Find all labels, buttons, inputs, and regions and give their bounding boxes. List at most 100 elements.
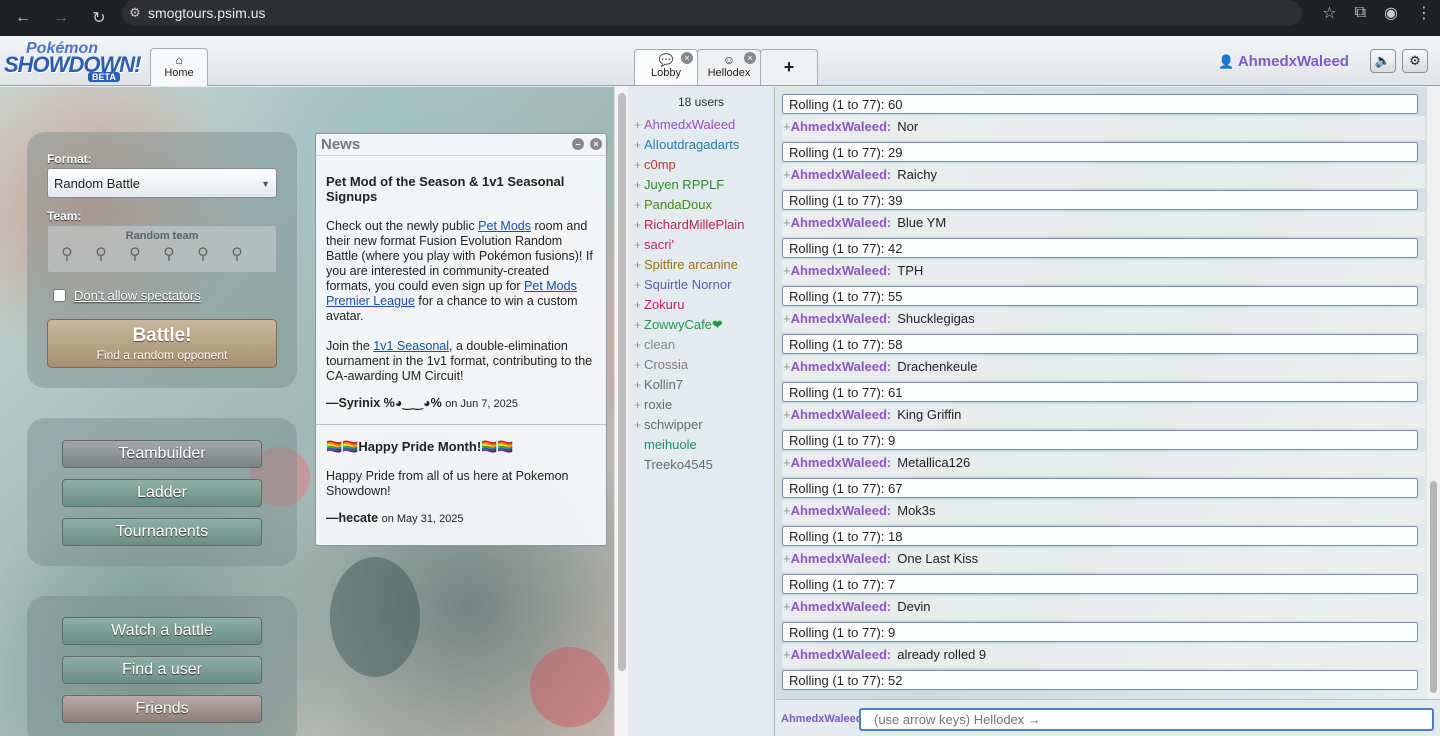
roll-result: Rolling (1 to 77): 58 <box>782 334 1418 354</box>
roll-result: Rolling (1 to 77): 9 <box>782 430 1418 450</box>
1v1-seasonal-link[interactable]: 1v1 Seasonal <box>373 339 449 353</box>
userlist-item[interactable]: + Zokuru <box>628 297 774 317</box>
userlist-item[interactable]: + RichardMillePlain <box>628 217 774 237</box>
userlist-item[interactable]: + Kollin7 <box>628 377 774 397</box>
chat-scrollbar[interactable] <box>1427 87 1440 699</box>
settings-button[interactable]: ⚙ <box>1402 49 1428 73</box>
chat-username[interactable]: AhmedxWaleed: <box>791 551 892 566</box>
userlist-item[interactable]: meihuole <box>628 437 774 457</box>
chat-username[interactable]: AhmedxWaleed: <box>791 263 892 278</box>
reload-icon[interactable]: ↻ <box>84 6 114 30</box>
userlist-item[interactable]: + roxie <box>628 397 774 417</box>
user-rank: + <box>634 258 642 272</box>
close-icon[interactable]: × <box>590 138 602 150</box>
address-bar[interactable]: ⚙ smogtours.psim.us <box>122 0 1302 26</box>
no-spectators-label: Don't allow spectators <box>74 288 201 303</box>
chat-input[interactable] <box>859 708 1434 731</box>
user-rank: + <box>634 158 642 172</box>
user-name: Juyen RPPLF <box>644 177 725 192</box>
userlist-item[interactable]: + AlIoutdragadarts <box>628 137 774 157</box>
news-paragraph: Happy Pride from all of us here at Pokem… <box>326 469 569 498</box>
no-spectators-checkbox[interactable]: Don't allow spectators <box>53 288 201 303</box>
tab-home[interactable]: ⌂ Home <box>150 48 208 86</box>
userlist-item[interactable]: Treeko4545 <box>628 457 774 477</box>
chat-input-username[interactable]: AhmedxWaleed <box>781 713 859 725</box>
pokeball-icon: ⚲ <box>129 246 141 263</box>
roll-prefix: Rolling (1 to 77): <box>789 673 888 688</box>
tab-lobby[interactable]: 💬 Lobby × <box>634 49 698 85</box>
battle-button-title: Battle! <box>132 325 192 346</box>
extensions-icon[interactable]: ⧉ <box>1355 4 1366 22</box>
close-tab-lobby-icon[interactable]: × <box>681 52 693 64</box>
chat-username[interactable]: AhmedxWaleed: <box>791 503 892 518</box>
back-icon[interactable]: ← <box>8 6 38 30</box>
chat-username[interactable]: AhmedxWaleed: <box>791 311 892 326</box>
ladder-button[interactable]: Ladder <box>62 479 262 507</box>
roll-prefix: Rolling (1 to 77): <box>789 241 888 256</box>
find-user-button[interactable]: Find a user <box>62 656 262 684</box>
roll-prefix: Rolling (1 to 77): <box>789 385 888 400</box>
logo-beta-badge: BETA <box>88 72 120 82</box>
userlist-item[interactable]: + clean <box>628 337 774 357</box>
chat-username[interactable]: AhmedxWaleed: <box>791 359 892 374</box>
tournaments-button[interactable]: Tournaments <box>62 518 262 546</box>
chat-username[interactable]: AhmedxWaleed: <box>791 455 892 470</box>
userlist-item[interactable]: + ZowwyCafe❤ <box>628 317 774 337</box>
userlist-item[interactable]: + Spitfire arcanine <box>628 257 774 277</box>
roll-value: 42 <box>888 241 903 256</box>
site-settings-icon[interactable]: ⚙ <box>122 5 148 21</box>
minimize-icon[interactable]: – <box>572 138 584 150</box>
userlist-item[interactable]: + schwipper <box>628 417 774 437</box>
profile-icon[interactable]: ◉ <box>1384 3 1398 23</box>
chat-username[interactable]: AhmedxWaleed: <box>791 647 892 662</box>
roll-result: Rolling (1 to 77): 9 <box>782 622 1418 642</box>
scrollbar-thumb[interactable] <box>618 93 626 671</box>
roll-prefix: Rolling (1 to 77): <box>789 433 888 448</box>
team-select[interactable]: Random team ⚲ ⚲ ⚲ ⚲ ⚲ ⚲ <box>47 225 277 273</box>
no-spectators-input[interactable] <box>53 289 66 302</box>
chat-username[interactable]: AhmedxWaleed: <box>791 407 892 422</box>
user-rank: + <box>634 338 642 352</box>
chat-text: Drachenkeule <box>897 359 978 374</box>
user-name: roxie <box>644 397 673 412</box>
close-tab-hellodex-icon[interactable]: × <box>744 52 756 64</box>
userlist-item[interactable]: + PandaDoux <box>628 197 774 217</box>
friends-button[interactable]: Friends <box>62 695 262 723</box>
bookmark-star-icon[interactable]: ☆ <box>1322 3 1336 23</box>
main-scrollbar[interactable] <box>614 87 628 736</box>
userlist-item[interactable]: + c0mp <box>628 157 774 177</box>
chat-username[interactable]: AhmedxWaleed: <box>791 167 892 182</box>
watch-battle-button[interactable]: Watch a battle <box>62 617 262 645</box>
paint-splash <box>330 557 420 677</box>
menu-kebab-icon[interactable]: ⋮ <box>1416 3 1432 23</box>
format-select[interactable]: Random Battle ▼ <box>47 168 277 198</box>
showdown-logo[interactable]: Pokémon SHOWDOWN! BETA <box>2 40 148 84</box>
user-name: AhmedxWaleed <box>644 117 736 132</box>
tab-hellodex[interactable]: ☺ Hellodex × <box>697 49 761 85</box>
chat-message: +AhmedxWaleed: One Last Kiss <box>782 548 1425 572</box>
chat-username[interactable]: AhmedxWaleed: <box>791 599 892 614</box>
sound-button[interactable]: 🔈 <box>1370 49 1396 73</box>
userlist-item[interactable]: + Squirtle Nornor <box>628 277 774 297</box>
scrollbar-thumb[interactable] <box>1430 481 1437 693</box>
news-header: News – × <box>316 134 606 156</box>
roll-value: 9 <box>888 433 896 448</box>
chat-username[interactable]: AhmedxWaleed: <box>791 119 892 134</box>
current-user[interactable]: 👤 AhmedxWaleed <box>1218 53 1349 70</box>
userlist-item[interactable]: + AhmedxWaleed <box>628 117 774 137</box>
add-tab-button[interactable]: + <box>760 49 818 85</box>
userlist-item[interactable]: + sacri' <box>628 237 774 257</box>
user-name: AlIoutdragadarts <box>644 137 740 152</box>
teambuilder-button[interactable]: Teambuilder <box>62 440 262 468</box>
roll-result: Rolling (1 to 77): 29 <box>782 142 1418 162</box>
chat-text: Raichy <box>897 167 937 182</box>
userlist-item[interactable]: + Crossia <box>628 357 774 377</box>
userlist: 18 users + AhmedxWaleed + AlIoutdragadarts +… <box>628 87 775 736</box>
roll-prefix: Rolling (1 to 77): <box>789 337 888 352</box>
userlist-item[interactable]: + Juyen RPPLF <box>628 177 774 197</box>
battle-button[interactable]: Battle! Find a random opponent <box>47 319 277 368</box>
pet-mods-link[interactable]: Pet Mods <box>478 219 531 233</box>
forward-icon[interactable]: → <box>46 6 76 30</box>
roll-prefix: Rolling (1 to 77): <box>789 625 888 640</box>
chat-username[interactable]: AhmedxWaleed: <box>791 215 892 230</box>
